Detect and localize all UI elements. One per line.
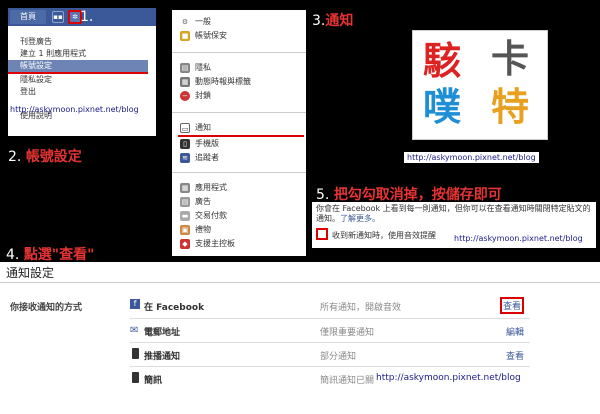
- watermark-url: http://askymoon.pixnet.net/blog: [404, 152, 539, 163]
- view-facebook-button[interactable]: 查看: [499, 297, 524, 314]
- sidebar-item-privacy[interactable]: ▤ 隱私: [180, 62, 211, 73]
- divider: [172, 52, 306, 53]
- sidebar-item-notifications[interactable]: ▭ 通知: [180, 122, 211, 133]
- mobile-icon: [132, 348, 139, 359]
- sidebar-item-timeline-tagging[interactable]: ▦ 動態時報與標籤: [180, 76, 251, 87]
- step-3-number: 3.: [312, 13, 326, 29]
- logo-char-4: 特: [491, 84, 530, 129]
- rss-icon: ≋: [180, 152, 190, 163]
- highlight-underline: [178, 135, 304, 137]
- sidebar-item-support[interactable]: ◆ 支援主控板: [180, 238, 235, 249]
- step-4-label: 4. 點選"查看": [6, 244, 94, 264]
- menu-item-create-app[interactable]: 建立 1 則應用程式: [20, 48, 156, 60]
- timeline-icon: ▦: [180, 76, 190, 87]
- sound-setting-panel: 你會在 Facebook 上看到每一則通知，但你可以在查看通知時關閉特定貼文的通…: [312, 202, 596, 248]
- mobile-icon: ▯: [180, 138, 190, 149]
- menu-item-privacy-settings[interactable]: 隱私設定: [20, 74, 156, 86]
- phone-icon: [132, 372, 139, 383]
- step-3-text: 通知: [325, 13, 354, 29]
- home-button[interactable]: 首頁: [10, 10, 46, 24]
- checkbox-label: 收到新通知時，使用音效提醒: [332, 231, 436, 240]
- friends-icon[interactable]: ▪▪: [52, 11, 64, 23]
- sidebar-item-mobile[interactable]: ▯ 手機版: [180, 138, 219, 149]
- payments-icon: ▬: [180, 210, 190, 221]
- block-icon: −: [180, 90, 190, 101]
- receive-method-label: 你接收通知的方式: [10, 303, 83, 313]
- globe-icon: ▭: [180, 122, 190, 133]
- logo-char-1: 駭: [423, 38, 462, 83]
- step-2-text: 帳號設定: [25, 149, 82, 165]
- step-5-text: 把勾勾取消掉，按儲存即可: [333, 187, 502, 203]
- sound-checkbox[interactable]: [316, 228, 328, 240]
- notif-row-facebook[interactable]: f 在 Facebook 所有通知，開啟音效 查看: [130, 294, 530, 318]
- step-1-label: 1.: [80, 9, 94, 25]
- step-2-number: 2.: [8, 149, 22, 165]
- divider: [172, 112, 306, 113]
- logo-char-2: 卡: [491, 36, 530, 81]
- step-3-label: 3.通知: [312, 10, 353, 30]
- edit-email-button[interactable]: 編輯: [506, 325, 524, 338]
- sidebar-item-payments[interactable]: ▬ 交易付款: [180, 210, 227, 221]
- gift-icon: ▣: [180, 224, 190, 235]
- apps-icon: ▦: [180, 182, 190, 193]
- menu-item-logout[interactable]: 登出: [20, 86, 156, 98]
- notice-text: 你會在 Facebook 上看到每一則通知，但你可以在查看通知時關閉特定貼文的通…: [316, 204, 591, 223]
- notification-settings-panel: 通知設定 你接收通知的方式 f 在 Facebook 所有通知，開啟音效 查看 …: [0, 262, 600, 414]
- support-icon: ◆: [180, 238, 190, 249]
- sidebar-item-security[interactable]: ■ 帳號保安: [180, 30, 227, 41]
- sidebar-item-followers[interactable]: ≋ 追蹤者: [180, 152, 219, 163]
- ads-icon: ▤: [180, 196, 190, 207]
- view-push-button[interactable]: 查看: [506, 349, 524, 362]
- step-5-number: 5.: [316, 187, 330, 203]
- privacy-icon: ▤: [180, 62, 190, 73]
- sidebar-item-ads[interactable]: ▤ 廣告: [180, 196, 211, 207]
- page-title: 通知設定: [6, 266, 55, 280]
- learn-more-link[interactable]: 了解更多。: [340, 214, 380, 223]
- sidebar-item-general[interactable]: ⚙ 一般: [180, 16, 211, 27]
- menu-item-ads[interactable]: 刊登廣告: [20, 36, 156, 48]
- divider: [0, 282, 600, 283]
- account-dropdown-panel: 首頁 ▪▪ ✲ 刊登廣告 建立 1 則應用程式 帳號設定 隱私設定 登出 使用說…: [8, 8, 156, 136]
- sidebar-item-apps[interactable]: ▦ 應用程式: [180, 182, 227, 193]
- step-4-text: 點選"查看": [23, 247, 95, 263]
- watermark-url: http://askymoon.pixnet.net/blog: [10, 105, 139, 114]
- envelope-icon: ✉: [130, 325, 139, 336]
- settings-sidebar-panel: ⚙ 一般 ■ 帳號保安 ▤ 隱私 ▦ 動態時報與標籤 − 封鎖 ▭ 通知 ▯ 手機版 ≋ 追蹤者…: [172, 10, 306, 256]
- watermark-url: http://askymoon.pixnet.net/blog: [454, 234, 583, 243]
- blog-logo: 駭 卡 噗 特: [412, 30, 548, 140]
- step-4-number: 4.: [6, 247, 20, 263]
- sidebar-item-gifts[interactable]: ▣ 禮物: [180, 224, 211, 235]
- sidebar-item-blocking[interactable]: − 封鎖: [180, 90, 211, 101]
- watermark-url: http://askymoon.pixnet.net/blog: [376, 373, 521, 383]
- notif-row-push[interactable]: 推播通知 部分通知 查看: [130, 342, 530, 366]
- step-2-label: 2. 帳號設定: [8, 146, 82, 166]
- gear-icon: ⚙: [181, 17, 189, 26]
- logo-char-3: 噗: [423, 84, 462, 129]
- menu-item-account-settings[interactable]: 帳號設定: [8, 60, 148, 74]
- lock-icon: ■: [180, 30, 190, 41]
- facebook-icon: f: [130, 299, 140, 309]
- notif-row-email[interactable]: ✉ 電郵地址 僅限重要通知 編輯: [130, 318, 530, 342]
- step-5-label: 5. 把勾勾取消掉，按儲存即可: [316, 184, 502, 204]
- divider: [172, 172, 306, 173]
